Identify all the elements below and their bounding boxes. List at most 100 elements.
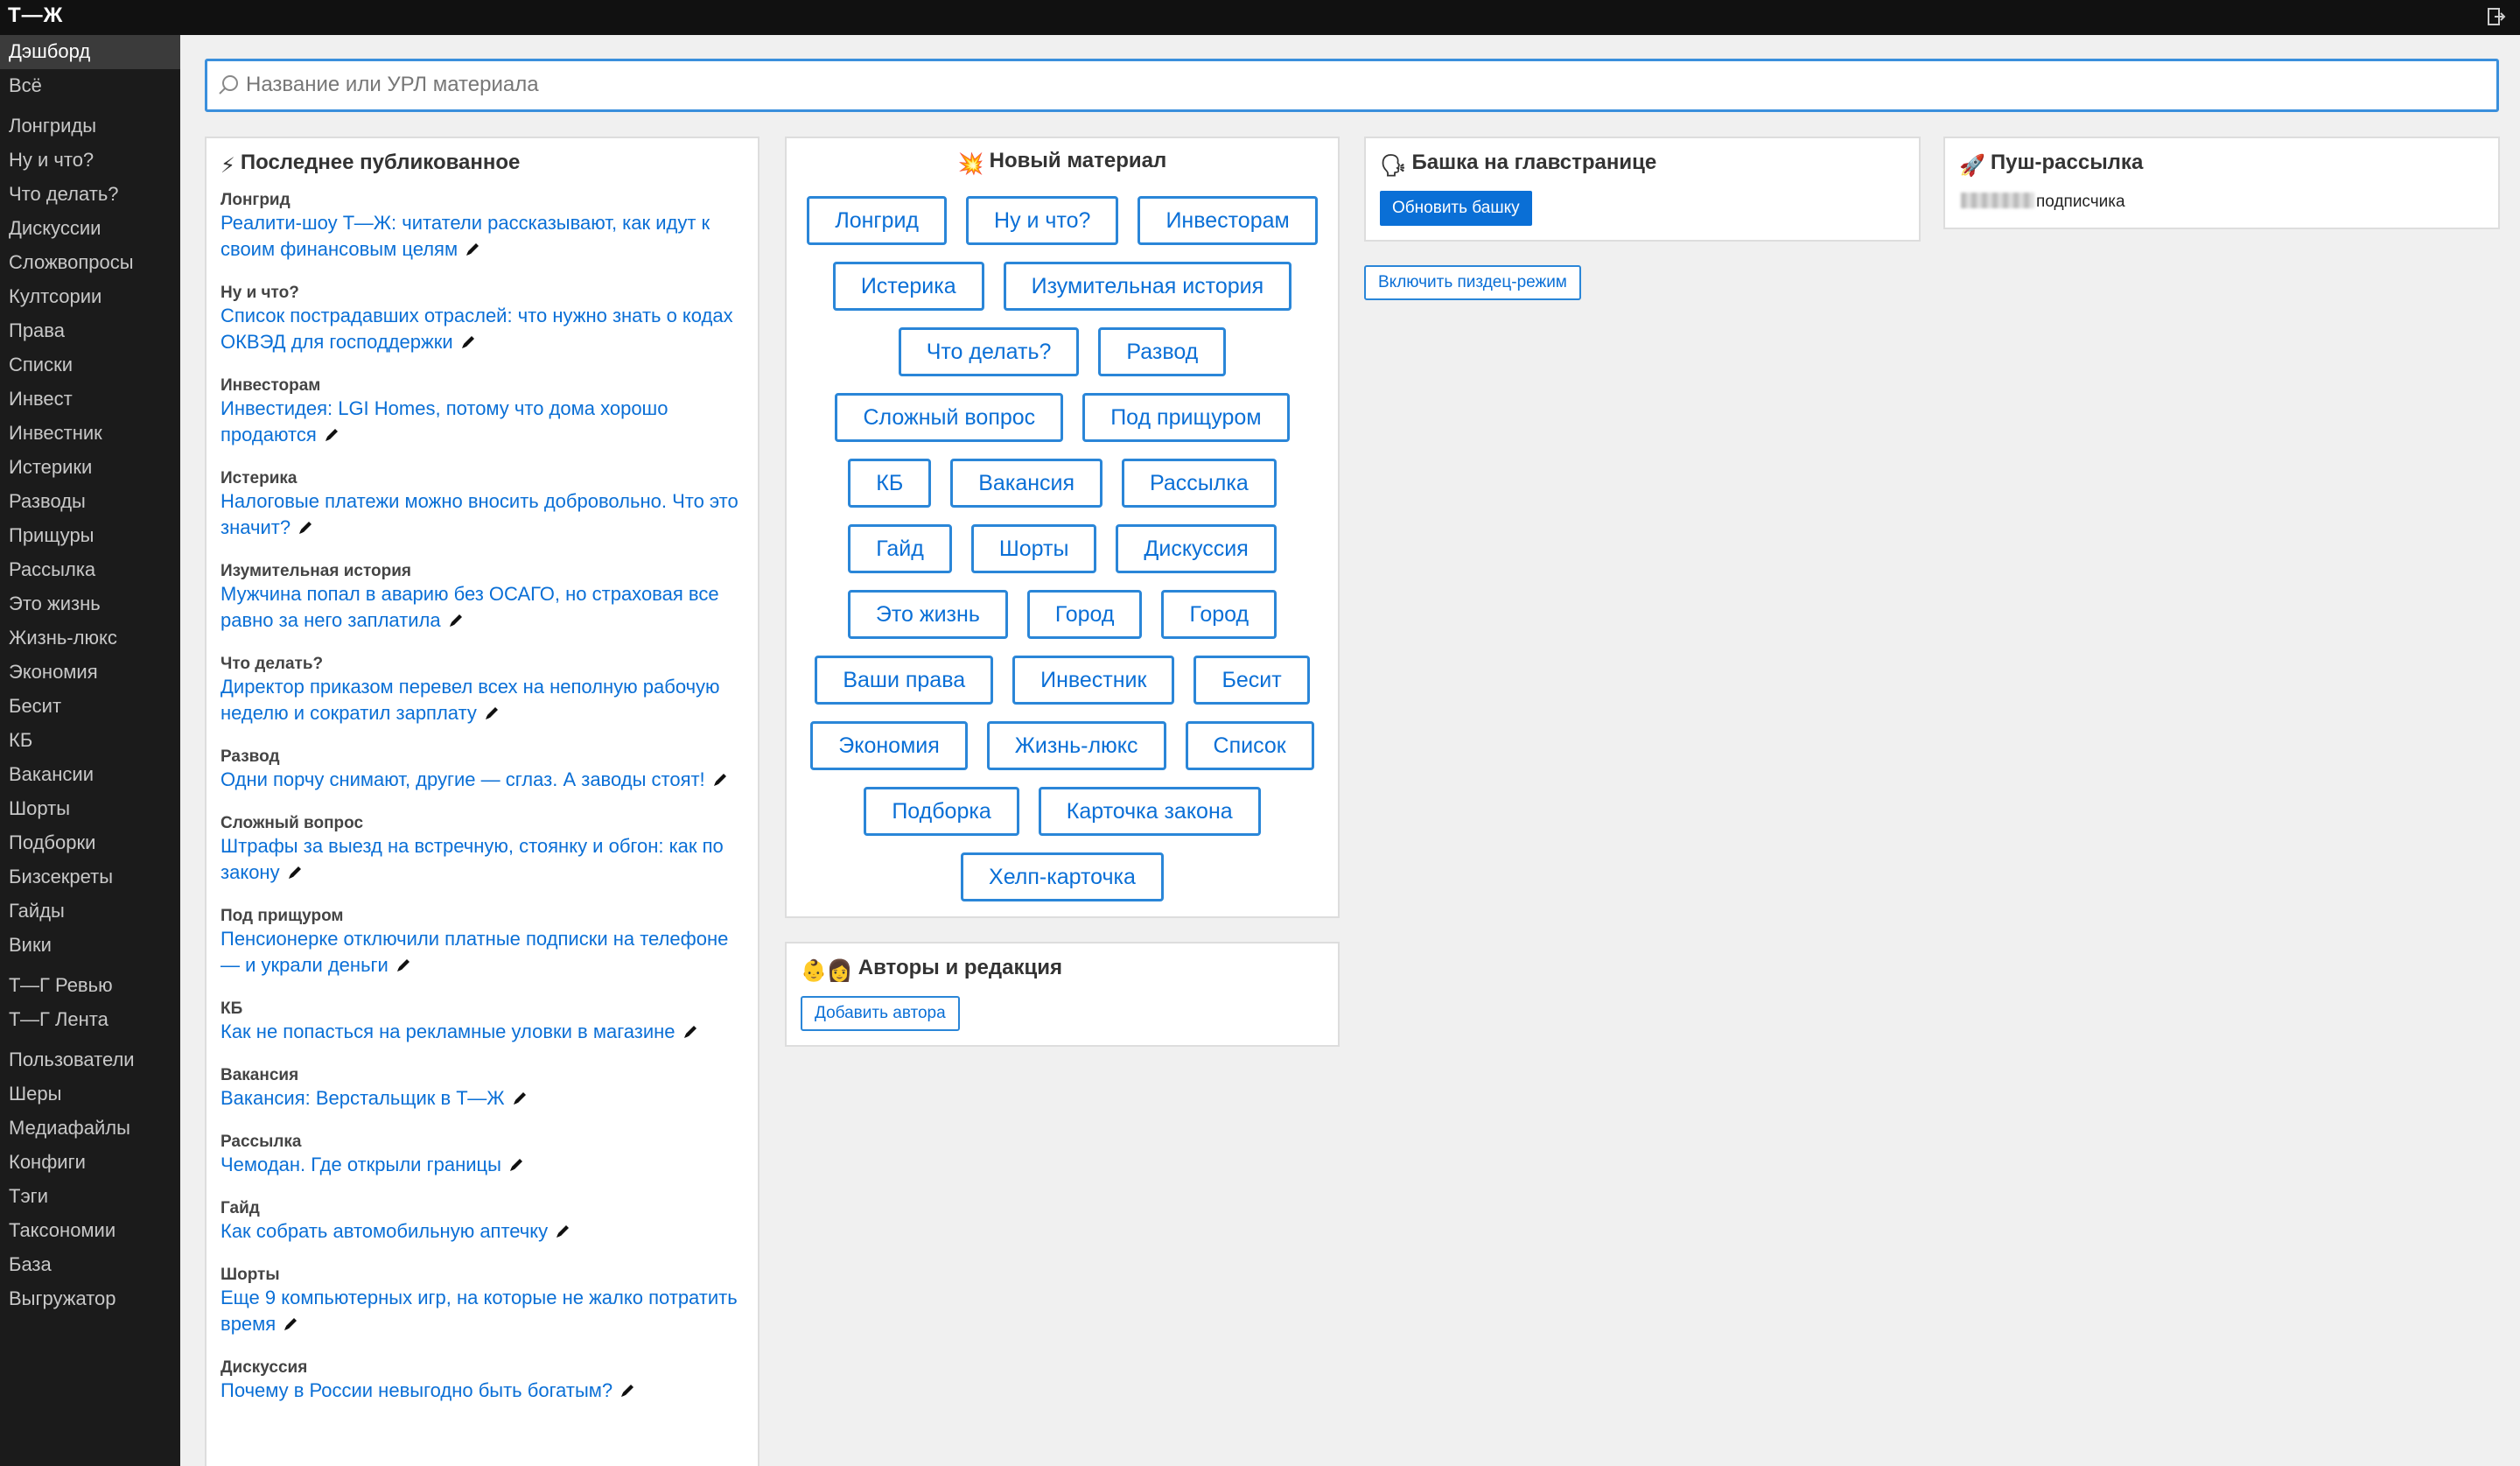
published-title-link[interactable]: Как не попасться на рекламные уловки в м…: [220, 1021, 676, 1042]
sidebar-item[interactable]: КБ: [0, 724, 180, 758]
new-material-button[interactable]: Карточка закона: [1038, 787, 1261, 836]
published-title-link[interactable]: Директор приказом перевел всех на неполн…: [220, 676, 720, 724]
sidebar-item[interactable]: Инвестник: [0, 417, 180, 451]
add-author-button[interactable]: Добавить автора: [801, 996, 960, 1031]
new-material-button[interactable]: КБ: [848, 459, 932, 508]
new-material-button[interactable]: Экономия: [810, 721, 968, 770]
sidebar-item[interactable]: Что делать?: [0, 178, 180, 212]
sidebar-nav: Дэшборд Всё Лонгриды Ну и что? Что делать? Ди…: [0, 35, 180, 1316]
new-material-button[interactable]: Под прищуром: [1082, 393, 1290, 442]
sidebar-item[interactable]: Истерики: [0, 451, 180, 485]
sidebar-item[interactable]: База: [0, 1248, 180, 1282]
sidebar-item[interactable]: Сложвопросы: [0, 246, 180, 280]
new-material-button[interactable]: Изумительная история: [1003, 262, 1292, 311]
pencil-icon[interactable]: [512, 1087, 528, 1105]
published-title-link[interactable]: Список пострадавших отраслей: что нужно …: [220, 305, 733, 353]
new-material-button[interactable]: Инвесторам: [1138, 196, 1318, 245]
sidebar-item[interactable]: Права: [0, 314, 180, 348]
pencil-icon[interactable]: [484, 702, 500, 719]
sidebar-item[interactable]: Вики: [0, 929, 180, 963]
sidebar-item[interactable]: Шорты: [0, 792, 180, 826]
pencil-icon[interactable]: [508, 1154, 525, 1171]
sidebar-item[interactable]: Экономия: [0, 656, 180, 690]
sidebar-item[interactable]: Рассылка: [0, 553, 180, 587]
new-material-button[interactable]: Что делать?: [898, 327, 1080, 376]
sidebar-item[interactable]: Инвест: [0, 382, 180, 417]
sidebar-item[interactable]: Дэшборд: [0, 35, 180, 69]
pencil-icon[interactable]: [283, 1313, 299, 1330]
sidebar-item[interactable]: Подборки: [0, 826, 180, 860]
pencil-icon[interactable]: [555, 1220, 571, 1238]
sidebar-item[interactable]: Прищуры: [0, 519, 180, 553]
pencil-icon[interactable]: [465, 238, 481, 256]
new-material-button[interactable]: Инвестник: [1012, 656, 1175, 705]
published-title-link[interactable]: Инвестидея: LGI Homes, потому что дома х…: [220, 397, 668, 445]
published-entry: Чемодан. Где открыли границы: [220, 1152, 746, 1178]
search-input[interactable]: [246, 67, 2486, 103]
sidebar-item[interactable]: Гайды: [0, 894, 180, 929]
new-material-button[interactable]: Город: [1161, 590, 1278, 639]
logout-icon[interactable]: [2487, 7, 2506, 26]
pencil-icon[interactable]: [448, 609, 465, 627]
published-item: Развод Одни порчу снимают, другие — сглаз…: [220, 747, 746, 793]
new-material-button[interactable]: Хелп-карточка: [961, 852, 1164, 901]
published-title-link[interactable]: Почему в России невыгодно быть богатым?: [220, 1379, 612, 1401]
sidebar-item[interactable]: Медиафайлы: [0, 1112, 180, 1146]
pencil-icon[interactable]: [712, 768, 729, 786]
pencil-icon[interactable]: [682, 1021, 699, 1038]
new-material-button[interactable]: Дискуссия: [1116, 524, 1277, 573]
new-material-button[interactable]: Ваши права: [815, 656, 994, 705]
sidebar-item[interactable]: Шеры: [0, 1077, 180, 1112]
new-material-button[interactable]: Гайд: [848, 524, 952, 573]
new-material-button[interactable]: Сложный вопрос: [835, 393, 1064, 442]
pencil-icon[interactable]: [396, 954, 412, 971]
sidebar-item[interactable]: Дискуссии: [0, 212, 180, 246]
new-material-button[interactable]: Подборка: [864, 787, 1019, 836]
published-category: Гайд: [220, 1199, 260, 1217]
published-title-link[interactable]: Чемодан. Где открыли границы: [220, 1154, 501, 1175]
pencil-icon[interactable]: [298, 516, 314, 534]
new-material-button[interactable]: Ну и что?: [966, 196, 1119, 245]
sidebar-item[interactable]: Конфиги: [0, 1146, 180, 1180]
pencil-icon[interactable]: [324, 424, 340, 441]
published-title-link[interactable]: Мужчина попал в аварию без ОСАГО, но стр…: [220, 583, 719, 631]
new-material-button[interactable]: Жизнь-люкс: [986, 721, 1166, 770]
published-title-link[interactable]: Как собрать автомобильную аптечку: [220, 1220, 548, 1242]
new-material-button[interactable]: Развод: [1098, 327, 1227, 376]
panic-mode-button[interactable]: Включить пиздец-режим: [1364, 265, 1581, 300]
sidebar-item[interactable]: Тэги: [0, 1180, 180, 1214]
new-material-button[interactable]: Это жизнь: [847, 590, 1008, 639]
new-material-button[interactable]: Истерика: [832, 262, 984, 311]
sidebar-item[interactable]: Разводы: [0, 485, 180, 519]
update-bashka-button[interactable]: Обновить башку: [1380, 191, 1532, 226]
sidebar-item[interactable]: Выгружатор: [0, 1282, 180, 1316]
app-logo[interactable]: Т—Ж: [8, 4, 63, 28]
pencil-icon[interactable]: [287, 861, 304, 879]
sidebar-item[interactable]: Бизсекреты: [0, 860, 180, 894]
published-title-link[interactable]: Одни порчу снимают, другие — сглаз. А за…: [220, 768, 705, 790]
sidebar-item[interactable]: Вакансии: [0, 758, 180, 792]
sidebar-item[interactable]: Пользователи: [0, 1043, 180, 1077]
new-material-button[interactable]: Город: [1026, 590, 1143, 639]
new-material-button[interactable]: Бесит: [1194, 656, 1310, 705]
published-title-link[interactable]: Пенсионерке отключили платные подписки н…: [220, 928, 728, 976]
sidebar-item[interactable]: Лонгриды: [0, 109, 180, 144]
sidebar-item[interactable]: Жизнь-люкс: [0, 621, 180, 656]
sidebar-item[interactable]: Это жизнь: [0, 587, 180, 621]
sidebar-item[interactable]: Списки: [0, 348, 180, 382]
new-material-button[interactable]: Рассылка: [1122, 459, 1277, 508]
pencil-icon[interactable]: [620, 1379, 636, 1397]
new-material-button[interactable]: Шорты: [970, 524, 1097, 573]
new-material-button[interactable]: Список: [1185, 721, 1314, 770]
new-material-button[interactable]: Лонгрид: [807, 196, 948, 245]
published-title-link[interactable]: Вакансия: Верстальщик в Т—Ж: [220, 1087, 505, 1109]
sidebar-item[interactable]: Т—Г Лента: [0, 1003, 180, 1037]
sidebar-item[interactable]: Всё: [0, 69, 180, 103]
sidebar-item[interactable]: Култсории: [0, 280, 180, 314]
sidebar-item[interactable]: Бесит: [0, 690, 180, 724]
new-material-button[interactable]: Вакансия: [950, 459, 1103, 508]
sidebar-item[interactable]: Т—Г Ревью: [0, 969, 180, 1003]
sidebar-item[interactable]: Ну и что?: [0, 144, 180, 178]
sidebar-item[interactable]: Таксономии: [0, 1214, 180, 1248]
pencil-icon[interactable]: [460, 331, 477, 348]
